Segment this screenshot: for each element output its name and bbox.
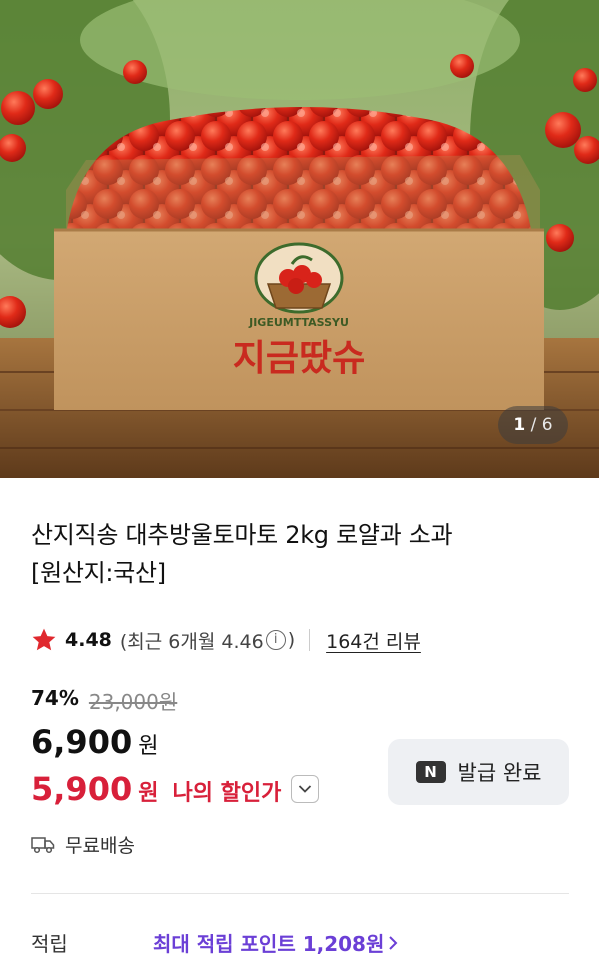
star-icon — [32, 628, 56, 651]
shipping-row: 무료배송 — [31, 831, 135, 858]
rating-row: 4.48 (최근 6개월 4.46 i ) 164건 리뷰 — [31, 626, 421, 654]
current-image-index: 1 — [513, 415, 526, 435]
discount-percent: 74% — [31, 686, 79, 710]
info-icon[interactable]: i — [265, 630, 286, 650]
points-row: 적립 최대 적립 포인트 1,208원 — [31, 928, 571, 957]
free-shipping-label: 무료배송 — [65, 835, 135, 857]
svg-text:JIGEUMTTASSYU: JIGEUMTTASSYU — [248, 316, 349, 329]
counter-separator: / — [530, 415, 537, 435]
points-label: 적립 — [31, 932, 68, 956]
my-discount-price: 5,900 — [31, 770, 133, 808]
coupon-issued-button[interactable]: N 발급 완료 — [388, 739, 569, 805]
max-points-text: 최대 적립 포인트 1,208원 — [153, 932, 385, 956]
naver-n-icon: N — [415, 761, 446, 783]
sale-price-row: 6,900 원 — [31, 723, 158, 761]
truck-icon — [31, 836, 55, 853]
section-divider — [31, 893, 569, 894]
image-page-counter: 1 / 6 — [498, 406, 568, 444]
divider — [309, 629, 311, 651]
max-points-link[interactable]: 최대 적립 포인트 1,208원 — [153, 928, 398, 957]
my-discount-price-unit: 원 — [138, 781, 159, 806]
rating-score: 4.48 — [65, 629, 112, 651]
product-image-gallery[interactable]: JIGEUMTTASSYU 지금땄슈 1 / 6 — [0, 0, 599, 478]
product-title: 산지직송 대추방울토마토 2kg 로얄과 소과 [원산지:국산] — [31, 516, 571, 592]
sale-price-unit: 원 — [138, 734, 159, 759]
recent-rating-prefix: (최근 6개월 4.46 — [119, 630, 264, 653]
original-price: 23,000원 — [88, 690, 178, 714]
my-discount-price-row: 5,900 원 나의 할인가 — [31, 770, 320, 808]
sale-price: 6,900 — [31, 723, 133, 761]
review-count-link[interactable]: 164건 리뷰 — [326, 627, 421, 654]
chevron-right-icon — [389, 935, 398, 950]
total-image-count: 6 — [541, 415, 553, 435]
discount-details-toggle[interactable] — [291, 775, 320, 803]
product-title-line2: [원산지:국산] — [31, 559, 166, 587]
my-discount-label: 나의 할인가 — [172, 781, 282, 806]
discount-row: 74% 23,000원 — [31, 686, 177, 715]
svg-text:지금땄슈: 지금땄슈 — [233, 338, 365, 379]
chevron-down-icon — [299, 785, 312, 793]
recent-rating-suffix: ) — [287, 629, 296, 651]
coupon-status-label: 발급 완료 — [457, 761, 542, 785]
product-title-line1: 산지직송 대추방울토마토 2kg 로얄과 소과 — [31, 521, 453, 549]
